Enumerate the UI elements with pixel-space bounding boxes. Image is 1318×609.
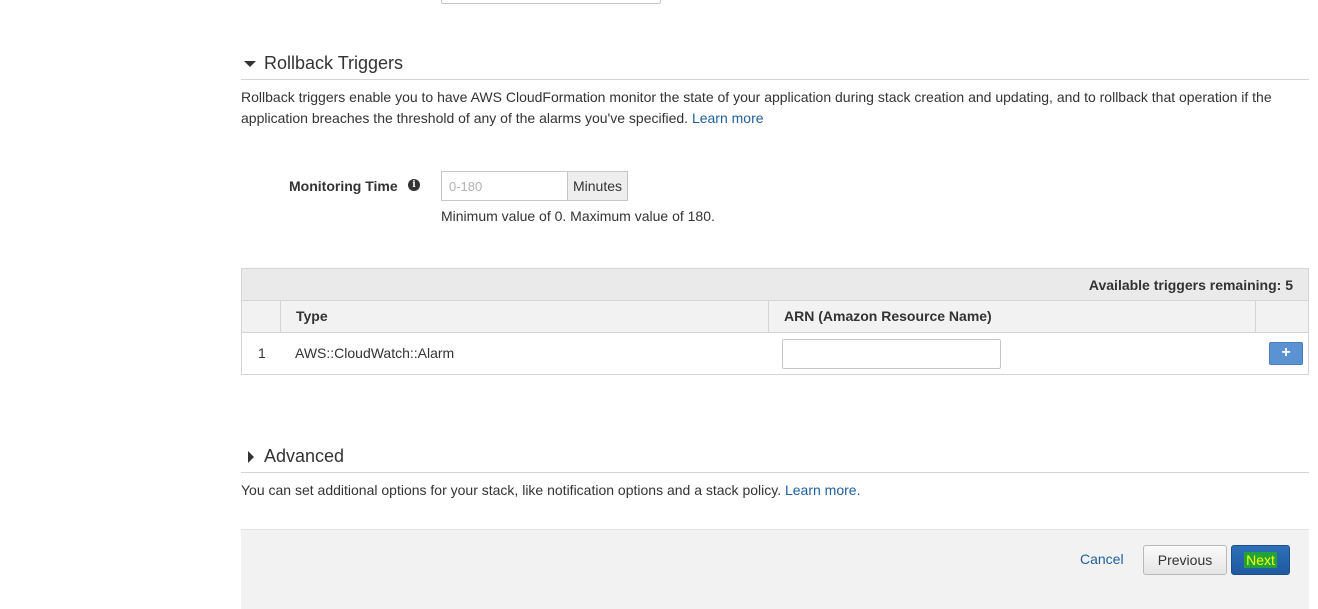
caret-down-icon: [244, 61, 256, 67]
advanced-title: Advanced: [264, 446, 345, 466]
rollback-triggers-title: Rollback Triggers: [264, 53, 404, 73]
table-toolbar: Available triggers remaining: 5: [242, 269, 1308, 301]
monitoring-unit-addon: Minutes: [567, 171, 628, 201]
rollback-learn-more-link[interactable]: Learn more: [692, 110, 764, 126]
advanced-description-text: You can set additional options for your …: [241, 482, 782, 498]
plus-icon: +: [1281, 344, 1291, 361]
rollback-triggers-header[interactable]: Rollback Triggers: [241, 51, 1309, 80]
trigger-row-type: AWS::CloudWatch::Alarm: [295, 345, 455, 361]
monitoring-time-hint: Minimum value of 0. Maximum value of 180…: [441, 208, 715, 224]
advanced-learn-more-link[interactable]: Learn more.: [785, 482, 860, 498]
advanced-description: You can set additional options for your …: [241, 480, 1301, 501]
next-button[interactable]: Next: [1231, 545, 1290, 575]
arn-column-header: ARN (Amazon Resource Name): [768, 301, 1256, 332]
previous-button[interactable]: Previous: [1143, 545, 1227, 575]
monitoring-time-label: Monitoring Time: [289, 178, 398, 194]
monitoring-time-input[interactable]: [441, 171, 567, 201]
previous-field-input[interactable]: [441, 0, 661, 4]
arn-input[interactable]: [782, 339, 1001, 369]
table-header-row: Type ARN (Amazon Resource Name): [242, 301, 1308, 333]
add-trigger-button[interactable]: +: [1269, 342, 1303, 365]
rollback-triggers-table: Available triggers remaining: 5 Type ARN…: [241, 268, 1309, 375]
triggers-remaining-count: Available triggers remaining: 5: [1088, 277, 1293, 293]
info-icon[interactable]: i: [408, 179, 420, 191]
next-button-label: Next: [1244, 552, 1277, 568]
actions-column-header: [1255, 301, 1308, 332]
trigger-row-number: 1: [258, 345, 266, 361]
caret-right-icon: [248, 451, 254, 463]
advanced-header[interactable]: Advanced: [241, 444, 1309, 473]
rollback-description: Rollback triggers enable you to have AWS…: [241, 87, 1301, 129]
type-column-header: Type: [280, 301, 768, 332]
cancel-link[interactable]: Cancel: [1080, 551, 1124, 567]
index-column-header: [242, 301, 280, 332]
